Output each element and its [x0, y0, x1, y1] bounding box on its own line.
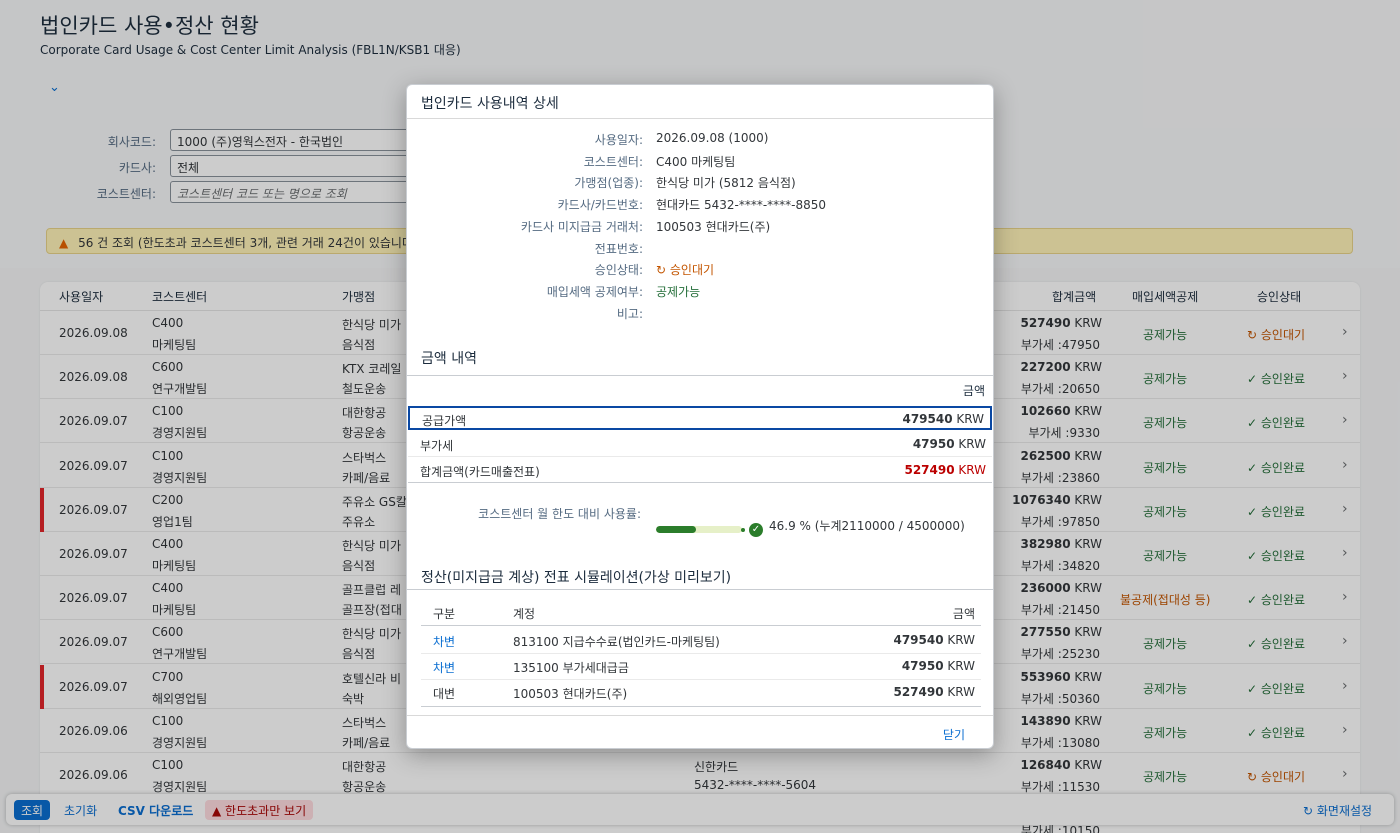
divider — [407, 715, 993, 716]
journal-amount: 47950 KRW — [901, 659, 975, 673]
journal-table-header: 구분 계정 금액 — [421, 598, 981, 626]
field-value: C400 마케팅팀 — [656, 155, 736, 169]
divider — [421, 706, 981, 707]
limit-label: 코스트센터 월 한도 대비 사용률: — [478, 507, 641, 521]
account-name: 100503 현대카드(주) — [513, 687, 628, 701]
card-detail-dialog: 법인카드 사용내역 상세 사용일자: 2026.09.08 (1000) 코스트… — [406, 84, 994, 749]
limit-progress-bar — [656, 526, 742, 533]
account-name: 813100 지급수수료(법인카드-마케팅팀) — [513, 635, 720, 649]
amount-row-vat[interactable]: 부가세 47950 KRW — [408, 433, 992, 457]
journal-amount: 479540 KRW — [893, 633, 975, 647]
field-value: 공제가능 — [656, 285, 701, 299]
dialog-title: 법인카드 사용내역 상세 — [421, 96, 559, 112]
col-amount: 금액 — [952, 607, 975, 621]
journal-amount: 527490 KRW — [893, 685, 975, 699]
journal-section-title: 정산(미지급금 계상) 전표 시뮬레이션(가상 미리보기) — [421, 570, 732, 586]
amount-section-title: 금액 내역 — [421, 351, 477, 367]
field-value: 2026.09.08 (1000) — [656, 131, 769, 145]
debit-link[interactable]: 차변 — [433, 633, 455, 650]
amount-value: 47950 KRW — [912, 437, 986, 451]
col-type: 구분 — [433, 607, 456, 621]
field-value: 100503 현대카드(주) — [656, 220, 771, 234]
field-remarks: 비고: — [407, 305, 993, 323]
check-circle-icon: ✓ — [749, 523, 763, 537]
divider — [407, 118, 993, 119]
limit-marker — [741, 528, 745, 532]
amount-value: 479540 KRW — [902, 412, 984, 426]
amount-row-total[interactable]: 합계금액(카드매출전표) 527490 KRW — [408, 459, 992, 483]
col-account: 계정 — [513, 607, 536, 621]
field-label: 가맹점(업종): — [574, 176, 643, 190]
field-label: 승인상태: — [594, 263, 643, 277]
field-label: 카드사 미지급금 거래처: — [520, 220, 643, 234]
amount-label: 합계금액(카드매출전표) — [420, 465, 540, 479]
field-label: 코스트센터: — [583, 155, 643, 169]
account-name: 135100 부가세대급금 — [513, 661, 629, 675]
field-approval-status: 승인상태: ↻ 승인대기 — [407, 261, 993, 279]
pending-icon: ↻ — [656, 263, 670, 277]
limit-progress-fill — [656, 526, 697, 533]
field-label: 매입세액 공제여부: — [546, 285, 643, 299]
divider — [407, 589, 993, 590]
amount-column-header: 금액 — [962, 384, 985, 398]
close-button[interactable]: 닫기 — [943, 726, 965, 743]
field-label: 전표번호: — [594, 242, 643, 256]
amount-label: 부가세 — [420, 439, 454, 453]
journal-row: 대변 100503 현대카드(주) 527490 KRW — [421, 680, 981, 706]
field-value: 현대카드 5432-****-****-8850 — [656, 198, 827, 212]
field-label: 사용일자: — [594, 133, 643, 147]
limit-text: 46.9 % (누계2110000 / 4500000) — [769, 519, 965, 533]
field-label: 카드사/카드번호: — [557, 198, 643, 212]
journal-row: 차변 135100 부가세대급금 47950 KRW — [421, 654, 981, 680]
amount-row-supply[interactable]: 공급가액 479540 KRW — [408, 406, 992, 430]
journal-row: 차변 813100 지급수수료(법인카드-마케팅팀) 479540 KRW — [421, 628, 981, 654]
debit-link[interactable]: 차변 — [433, 659, 455, 676]
field-usage-date: 사용일자: 2026.09.08 (1000) — [407, 131, 993, 149]
field-document-no: 전표번호: — [407, 240, 993, 258]
field-value: 한식당 미가 (5812 음식점) — [656, 176, 796, 190]
field-vendor: 카드사 미지급금 거래처: 100503 현대카드(주) — [407, 218, 993, 236]
amount-value: 527490 KRW — [904, 463, 986, 477]
credit-label: 대변 — [433, 687, 456, 701]
field-merchant: 가맹점(업종): 한식당 미가 (5812 음식점) — [407, 174, 993, 192]
field-vat-deduction: 매입세액 공제여부: 공제가능 — [407, 283, 993, 301]
field-value: ↻ 승인대기 — [656, 261, 714, 278]
field-cost-center: 코스트센터: C400 마케팅팀 — [407, 153, 993, 171]
field-label: 비고: — [616, 307, 643, 321]
status-text: 승인대기 — [669, 263, 715, 277]
divider — [407, 375, 993, 376]
field-card: 카드사/카드번호: 현대카드 5432-****-****-8850 — [407, 196, 993, 214]
amount-label: 공급가액 — [422, 414, 467, 428]
